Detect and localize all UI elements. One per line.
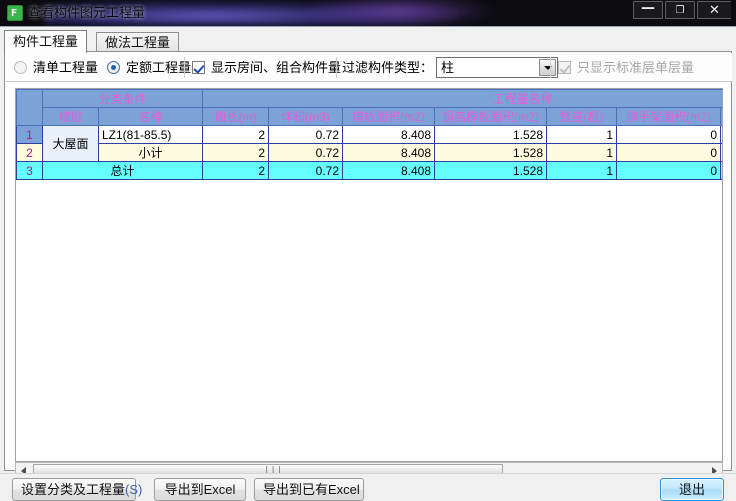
quantity-table: 分类条件 工程量名称 楼层 名称 周长(m) 体积(m3) 模板面积(m2) 超… (16, 89, 722, 180)
application-window: F 查看构件图元工程量 — ❐ ✕ 构件工程量 做法工程量 清单工程量 定额工程… (0, 0, 736, 501)
group-header-rownum (16, 89, 43, 126)
row-number: 1 (16, 125, 43, 144)
separator-1 (184, 57, 185, 78)
set-classification-mnemonic: (S) (125, 482, 143, 497)
cell-formwork-area: 8.408 (342, 125, 436, 144)
column-header-count[interactable]: 数量(根) (546, 107, 618, 126)
filter-component-type-label: 过滤构件类型： (342, 59, 434, 75)
cell-height: 4.5 (720, 161, 722, 180)
cell-count: 1 (546, 161, 618, 180)
app-icon: F (7, 5, 23, 21)
table-head: 分类条件 工程量名称 楼层 名称 周长(m) 体积(m3) 模板面积(m2) 超… (16, 89, 722, 126)
set-classification-button[interactable]: 设置分类及工程量(S) (12, 478, 142, 501)
cell-scaffold-area: 0 (616, 125, 722, 144)
row-number: 2 (16, 143, 43, 162)
filter-component-type-select[interactable]: 柱 (436, 57, 559, 78)
maximize-icon: ❐ (675, 5, 685, 16)
column-header-overheight-formwork-area[interactable]: 超高模板面积(m2) (434, 107, 548, 126)
close-button[interactable]: ✕ (697, 1, 731, 19)
separator-3 (550, 57, 551, 78)
export-to-excel-button[interactable]: 导出到Excel (154, 478, 246, 501)
tab-strip: 构件工程量 做法工程量 (4, 30, 732, 53)
checkbox-group-show-room: 显示房间、组合构件量 (192, 53, 341, 82)
radio-group-quantity-type: 清单工程量 定额工程量 (14, 53, 191, 82)
radio-quota-quantity-label: 定额工程量 (126, 59, 192, 75)
column-header-name[interactable]: 名称 (97, 107, 204, 126)
checkbox-group-standard-floor: 只显示标准层单层量 (558, 53, 694, 82)
column-header-floor[interactable]: 楼层 (42, 107, 99, 126)
cell-count: 1 (546, 143, 618, 162)
close-icon: ✕ (709, 3, 720, 18)
checkbox-standard-floor-only[interactable] (558, 61, 571, 74)
cell-scaffold-area: 0 (616, 161, 722, 180)
table-row[interactable]: 1 大屋面 LZ1(81-85.5) 2 0.72 8.408 1.528 1 … (16, 125, 722, 162)
tab-method-quantity[interactable]: 做法工程量 (96, 32, 180, 52)
content-panel: 清单工程量 定额工程量 显示房间、组合构件量 过滤构件类型： 柱 只显示标准层单… (4, 51, 732, 479)
cell-volume: 0.72 (268, 125, 344, 144)
filter-component-type-group: 过滤构件类型： 柱 (342, 53, 559, 82)
cell-formwork-area: 8.408 (342, 161, 436, 180)
table-body: 1 大屋面 LZ1(81-85.5) 2 0.72 8.408 1.528 1 … (16, 125, 722, 180)
maximize-button[interactable]: ❐ (665, 1, 695, 19)
column-header-volume[interactable]: 体积(m3) (268, 107, 344, 126)
options-toolbar: 清单工程量 定额工程量 显示房间、组合构件量 过滤构件类型： 柱 只显示标准层单… (6, 53, 732, 82)
table-group-header-row: 分类条件 工程量名称 (16, 89, 722, 126)
export-to-existing-excel-button[interactable]: 导出到已有Excel (254, 478, 364, 501)
cell-overheight-formwork-area: 1.528 (434, 143, 548, 162)
column-header-perimeter[interactable]: 周长(m) (202, 107, 270, 126)
client-area: 构件工程量 做法工程量 清单工程量 定额工程量 显示房间、组合构件量 过滤构件类… (0, 26, 736, 501)
title-bar: F 查看构件图元工程量 — ❐ ✕ (0, 0, 736, 26)
separator-2 (336, 57, 337, 78)
radio-list-quantity[interactable] (14, 61, 27, 74)
cell-perimeter: 2 (202, 143, 270, 162)
column-header-height[interactable]: 高度(m) (720, 107, 722, 126)
group-header-quantity-name: 工程量名称 (202, 89, 722, 108)
checkbox-show-room[interactable] (192, 61, 205, 74)
quantity-table-container[interactable]: 分类条件 工程量名称 楼层 名称 周长(m) 体积(m3) 模板面积(m2) 超… (15, 88, 723, 462)
bottom-button-bar: 设置分类及工程量(S) 导出到Excel 导出到已有Excel 退出 (0, 473, 736, 501)
cell-perimeter: 2 (202, 161, 270, 180)
checkbox-show-room-label: 显示房间、组合构件量 (211, 59, 342, 75)
column-header-formwork-area[interactable]: 模板面积(m2) (342, 107, 436, 126)
cell-overheight-formwork-area: 1.528 (434, 125, 548, 144)
exit-button[interactable]: 退出 (660, 478, 724, 501)
title-bar-glow-secondary (300, 0, 500, 26)
cell-overheight-formwork-area: 1.528 (434, 161, 548, 180)
cell-volume: 0.72 (268, 143, 344, 162)
cell-floor: 大屋面 (42, 125, 99, 162)
checkbox-standard-floor-only-label: 只显示标准层单层量 (577, 59, 695, 75)
cell-subtotal-label: 小计 (97, 143, 204, 162)
group-header-classification: 分类条件 (41, 89, 204, 108)
radio-quota-quantity[interactable] (107, 61, 121, 74)
cell-perimeter: 2 (202, 125, 270, 144)
row-number: 3 (16, 161, 43, 180)
cell-height: 4.5 (720, 143, 722, 162)
minimize-button[interactable]: — (633, 1, 663, 19)
window-title: 查看构件图元工程量 (28, 5, 146, 20)
column-header-scaffold-area[interactable]: 脚手架面积(m2) (616, 107, 722, 126)
minimize-icon: — (641, 0, 655, 16)
cell-scaffold-area: 0 (616, 143, 722, 162)
chevron-down-icon[interactable] (539, 59, 557, 76)
table-row[interactable]: 2 小计 2 0.72 8.408 1.528 1 0 4.5 (16, 143, 722, 162)
app-icon-glyph: F (11, 8, 18, 19)
cell-count: 1 (546, 125, 618, 144)
table-row[interactable]: 3 总计 2 0.72 8.408 1.528 1 0 4.5 (16, 161, 722, 180)
cell-height: 4.5 (720, 125, 722, 144)
filter-component-type-value: 柱 (441, 60, 455, 75)
set-classification-label: 设置分类及工程量 (21, 482, 126, 497)
cell-name: LZ1(81-85.5) (97, 125, 204, 144)
cell-volume: 0.72 (268, 161, 344, 180)
cell-formwork-area: 8.408 (342, 143, 436, 162)
cell-total-label: 总计 (41, 161, 204, 180)
tab-component-quantity[interactable]: 构件工程量 (4, 30, 88, 53)
table-column-header-row: 楼层 名称 周长(m) 体积(m3) 模板面积(m2) 超高模板面积(m2) 数… (17, 107, 722, 126)
radio-list-quantity-label: 清单工程量 (33, 59, 99, 75)
